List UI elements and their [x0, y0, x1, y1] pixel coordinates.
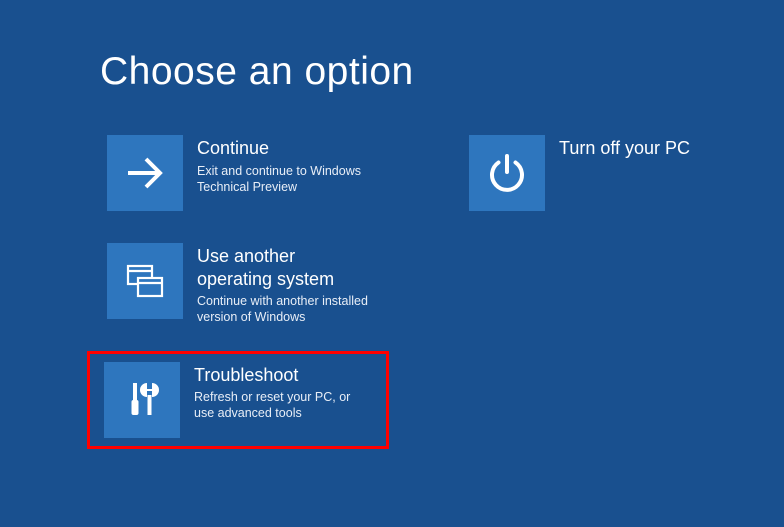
option-title: Use another operating system — [197, 245, 373, 290]
option-troubleshoot[interactable]: Troubleshoot Refresh or reset your PC, o… — [87, 351, 389, 449]
power-icon — [469, 135, 545, 211]
option-title: Continue — [197, 137, 373, 160]
option-desc: Exit and continue to Windows Technical P… — [197, 163, 373, 196]
tools-icon — [104, 362, 180, 438]
option-continue[interactable]: Continue Exit and continue to Windows Te… — [100, 128, 380, 218]
option-title: Troubleshoot — [194, 364, 372, 387]
option-turn-off-pc[interactable]: Turn off your PC — [462, 128, 742, 218]
arrow-right-icon — [107, 135, 183, 211]
option-desc: Continue with another installed version … — [197, 293, 373, 326]
windows-switch-icon — [107, 243, 183, 319]
options-column-left: Continue Exit and continue to Windows Te… — [100, 128, 380, 449]
page-title: Choose an option — [100, 50, 784, 94]
option-desc: Refresh or reset your PC, or use advance… — [194, 389, 372, 422]
option-title: Turn off your PC — [559, 137, 690, 160]
options-column-right: Turn off your PC — [462, 128, 742, 449]
option-use-another-os[interactable]: Use another operating system Continue wi… — [100, 236, 380, 333]
